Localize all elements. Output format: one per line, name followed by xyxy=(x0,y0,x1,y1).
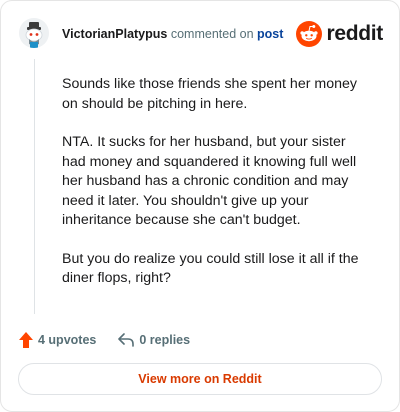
upvote-count: 4 upvotes xyxy=(38,333,97,347)
reply-count: 0 replies xyxy=(139,333,191,347)
view-more-button[interactable]: View more on Reddit xyxy=(18,363,382,395)
username-link[interactable]: VictorianPlatypus xyxy=(62,27,167,41)
comment-paragraph: Sounds like those friends she spent her … xyxy=(62,76,357,112)
reddit-snoo-icon xyxy=(296,21,323,47)
reddit-wordmark: reddit xyxy=(326,22,383,45)
reply-button[interactable]: 0 replies xyxy=(118,333,190,347)
thread-line xyxy=(34,59,35,314)
post-link[interactable]: post xyxy=(257,27,283,41)
comment-actions: 4 upvotes 0 replies xyxy=(19,330,190,350)
comment-header: VictorianPlatypus commented on post redd… xyxy=(19,18,383,52)
user-avatar[interactable] xyxy=(19,18,49,48)
byline: VictorianPlatypus commented on post xyxy=(62,27,283,41)
reddit-logo[interactable]: reddit xyxy=(296,20,383,48)
comment-paragraph: NTA. It sucks for her husband, but your … xyxy=(62,134,357,228)
comment-embed-card: VictorianPlatypus commented on post redd… xyxy=(0,0,400,412)
upvote-button[interactable]: 4 upvotes xyxy=(19,332,96,348)
comment-body: Sounds like those friends she spent her … xyxy=(62,75,367,308)
byline-action-text: commented on xyxy=(170,27,254,41)
view-more-label: View more on Reddit xyxy=(138,372,262,386)
snoo-avatar-icon xyxy=(19,18,49,48)
comment-paragraph: But you do realize you could still lose … xyxy=(62,250,359,287)
upvote-arrow-icon xyxy=(19,332,33,348)
reply-arrow-icon xyxy=(118,333,135,347)
